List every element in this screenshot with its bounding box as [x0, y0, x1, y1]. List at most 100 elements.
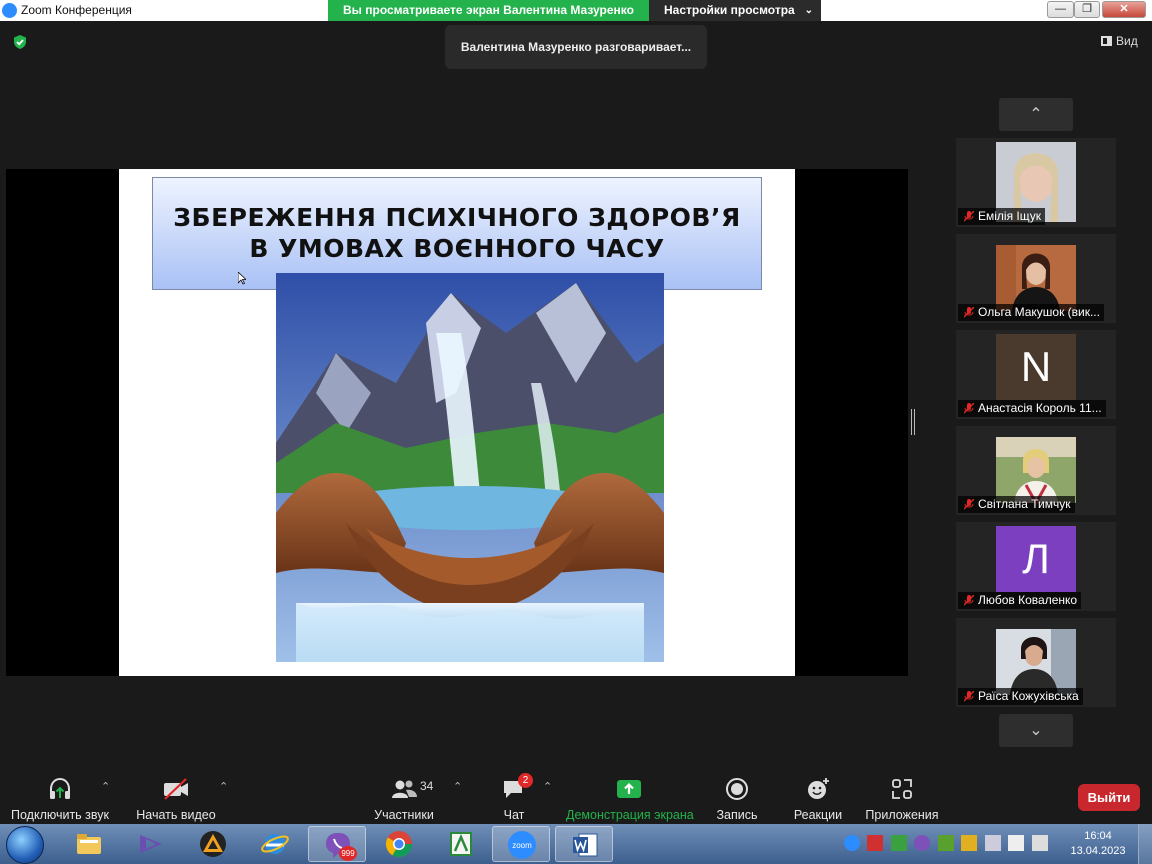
flag-icon[interactable] — [1008, 834, 1025, 851]
participant-name: Емілія Іщук — [978, 209, 1042, 223]
record-button[interactable]: Запись — [712, 776, 762, 822]
maximize-button[interactable]: ❐ — [1074, 1, 1100, 18]
slide-title-line2: В УМОВАХ ВОЄННОГО ЧАСУ — [249, 234, 665, 263]
muted-mic-icon — [964, 691, 974, 702]
meeting-toolbar: Подключить звук ⌃ Начать видео ⌃ Участни… — [0, 770, 1152, 824]
video-off-icon — [164, 778, 188, 800]
view-layout-button[interactable]: Вид — [1101, 34, 1138, 48]
taskbar-accounting-app[interactable] — [432, 826, 490, 862]
aimp-icon — [200, 831, 226, 857]
start-video-label: Начать видео — [136, 808, 216, 822]
zoom-app-icon — [2, 3, 17, 18]
participant-name-bar: Анастасія Король 11... — [958, 400, 1106, 417]
slide-title-line1: ЗБЕРЕЖЕННЯ ПСИХІЧНОГО ЗДОРОВ’Я — [173, 203, 741, 232]
muted-mic-icon — [964, 403, 974, 414]
share-screen-icon — [617, 780, 641, 798]
mouse-cursor-icon — [238, 272, 246, 285]
taskbar-word[interactable] — [555, 826, 613, 862]
start-video-button[interactable]: Начать видео — [136, 776, 216, 822]
volume-icon[interactable] — [984, 834, 1001, 851]
signal-icon[interactable] — [1031, 834, 1048, 851]
audio-options-caret[interactable]: ⌃ — [101, 780, 110, 793]
record-icon — [726, 778, 748, 800]
video-options-caret[interactable]: ⌃ — [219, 780, 228, 793]
utorrent-tray-icon[interactable] — [937, 834, 954, 851]
active-speaker-notice: Валентина Мазуренко разговаривает... — [445, 25, 707, 69]
leave-meeting-button[interactable]: Выйти — [1078, 784, 1140, 811]
participant-name-bar: Світлана Тимчук — [958, 496, 1075, 513]
taskbar-chrome[interactable] — [370, 826, 428, 862]
participant-tile[interactable]: Ольга Макушок (вик... — [956, 234, 1116, 323]
network-check-tray-icon[interactable] — [890, 834, 907, 851]
participant-name: Любов Коваленко — [978, 593, 1078, 607]
muted-mic-icon — [964, 595, 974, 606]
record-label: Запись — [716, 808, 758, 822]
close-window-button[interactable]: ✕ — [1102, 1, 1146, 18]
participant-name-bar: Емілія Іщук — [958, 208, 1046, 225]
show-desktop-button[interactable] — [1138, 824, 1152, 864]
slide-title: ЗБЕРЕЖЕННЯ ПСИХІЧНОГО ЗДОРОВ’Я В УМОВАХ … — [153, 202, 761, 264]
participant-tile[interactable]: Емілія Іщук — [956, 138, 1116, 227]
taskbar-internet-explorer[interactable] — [246, 826, 304, 862]
panel-resize-handle[interactable] — [911, 409, 915, 435]
muted-mic-icon — [964, 499, 974, 510]
accounting-app-icon — [450, 832, 472, 856]
muted-mic-icon — [964, 211, 974, 222]
title-bar: Zoom Конференция Вы просматриваете экран… — [0, 0, 1152, 21]
participant-tile[interactable]: Світлана Тимчук — [956, 426, 1116, 515]
participant-tile[interactable]: N Анастасія Король 11... — [956, 330, 1116, 419]
avatar-initial: N — [996, 334, 1076, 400]
windows-taskbar: 999 zoom 16:04 13.04.2023 — [0, 824, 1152, 864]
chat-label: Чат — [503, 808, 525, 822]
chrome-icon — [385, 831, 413, 858]
internet-explorer-icon — [261, 834, 289, 854]
view-settings-button[interactable]: Настройки просмотра ⌄ — [649, 0, 821, 21]
clock-time: 16:04 — [1084, 830, 1112, 842]
mountain-waterfall-hands-image — [276, 273, 664, 662]
participants-icon — [392, 780, 417, 798]
screen-share-banner: Вы просматриваете экран Валентина Мазуре… — [328, 0, 649, 21]
view-settings-label: Настройки просмотра — [664, 3, 795, 17]
chevron-down-icon: ⌄ — [804, 5, 813, 16]
participants-options-caret[interactable]: ⌃ — [453, 780, 462, 793]
reactions-label: Реакции — [793, 808, 843, 822]
participant-name-bar: Любов Коваленко — [958, 592, 1082, 609]
zoom-icon: zoom — [508, 831, 536, 859]
share-screen-button[interactable]: Демонстрация экрана — [566, 776, 694, 822]
taskbar-aimp[interactable] — [184, 826, 242, 862]
muted-mic-icon — [964, 307, 974, 318]
security-shield-icon[interactable] — [12, 34, 28, 50]
minimize-button[interactable]: — — [1047, 1, 1074, 18]
zoom-tray-icon[interactable] — [844, 834, 860, 851]
participants-label: Участники — [374, 808, 434, 822]
participant-name-bar: Ольга Макушок (вик... — [958, 304, 1104, 321]
participants-scroll-up-button[interactable]: ⌃ — [999, 98, 1073, 131]
participant-tile[interactable]: Раїса Кожухівська — [956, 618, 1116, 707]
chat-unread-badge: 2 — [518, 773, 533, 788]
share-screen-label: Демонстрация экрана — [566, 808, 694, 822]
taskbar-clock[interactable]: 16:04 13.04.2023 — [1070, 829, 1126, 859]
start-button[interactable] — [6, 826, 44, 864]
taskbar-explorer[interactable] — [60, 826, 118, 862]
folder-icon — [77, 834, 101, 854]
taskbar-zoom[interactable]: zoom — [492, 826, 550, 862]
viber-tray-icon[interactable] — [914, 834, 931, 851]
apps-icon — [892, 779, 912, 799]
reactions-button[interactable]: Реакции — [792, 776, 844, 822]
participants-scroll-down-button[interactable]: ⌄ — [999, 714, 1073, 747]
update-tray-icon[interactable] — [961, 834, 978, 851]
participant-name: Анастасія Король 11... — [978, 401, 1102, 415]
participant-name: Світлана Тимчук — [978, 497, 1071, 511]
apps-button[interactable]: Приложения — [864, 776, 940, 822]
antivirus-tray-icon[interactable] — [867, 834, 884, 851]
view-layout-label: Вид — [1116, 34, 1138, 48]
chat-options-caret[interactable]: ⌃ — [543, 780, 552, 793]
headphones-icon — [50, 777, 70, 799]
participant-tile[interactable]: Л Любов Коваленко — [956, 522, 1116, 611]
taskbar-viber[interactable]: 999 — [308, 826, 366, 862]
join-audio-button[interactable]: Подключить звук — [10, 776, 110, 822]
taskbar-visual-studio[interactable] — [122, 826, 180, 862]
clock-date: 13.04.2023 — [1070, 845, 1126, 857]
join-audio-label: Подключить звук — [11, 808, 109, 822]
zoom-window: Zoom Конференция Вы просматриваете экран… — [0, 0, 1152, 864]
